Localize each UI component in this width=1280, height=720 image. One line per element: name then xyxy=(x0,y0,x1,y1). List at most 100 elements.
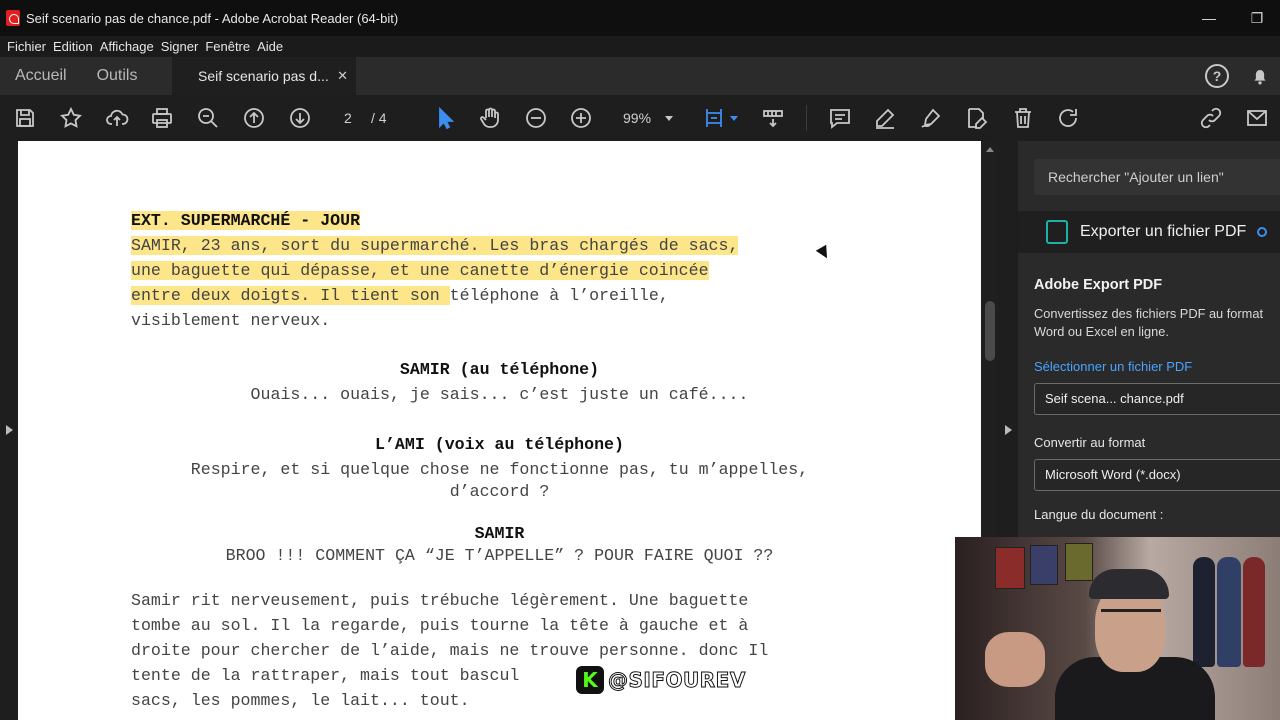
current-page-input[interactable]: 2 xyxy=(344,95,352,141)
zoom-search-icon[interactable] xyxy=(195,105,221,131)
wall-poster xyxy=(995,547,1025,589)
bookmark-star-icon[interactable] xyxy=(58,105,84,131)
upload-cloud-icon[interactable] xyxy=(104,105,130,131)
tools-search-input[interactable]: Rechercher "Ajouter un lien" xyxy=(1034,159,1280,195)
export-pdf-label: Exporter un fichier PDF xyxy=(1080,223,1247,240)
wall-poster xyxy=(1065,543,1093,581)
scene-heading: EXT. SUPERMARCHÉ - JOUR xyxy=(131,208,361,233)
zoom-in-icon[interactable] xyxy=(568,105,594,131)
action-line: Samir rit nerveusement, puis trébuche lé… xyxy=(131,591,749,610)
minimize-button[interactable]: — xyxy=(1186,0,1232,36)
menu-edition[interactable]: Edition xyxy=(53,39,93,54)
scroll-up-arrow-icon[interactable] xyxy=(986,147,994,152)
person-glasses xyxy=(1101,609,1161,623)
scene-heading-text: EXT. SUPERMARCHÉ - JOUR xyxy=(131,211,361,230)
edit-pdf-icon[interactable] xyxy=(964,105,990,131)
document-viewer[interactable]: EXT. SUPERMARCHÉ - JOUR SAMIR, 23 ans, s… xyxy=(18,141,998,720)
hanging-jacket xyxy=(1193,557,1215,667)
highlighted-text: SAMIR, 23 ans, sort du supermarché. Les … xyxy=(131,236,739,255)
action-line-4: visiblement nerveux. xyxy=(131,311,331,330)
dialogue: BROO !!! COMMENT ÇA “JE T’APPELLE” ? POU… xyxy=(225,546,774,565)
action-line: tombe au sol. Il la regarde, puis tourne… xyxy=(131,616,749,635)
section-title: Adobe Export PDF xyxy=(1034,277,1163,293)
format-select[interactable]: Microsoft Word (*.docx) xyxy=(1034,459,1280,491)
tab-document-label: Seif scenario pas d... xyxy=(198,68,329,84)
delete-trash-icon[interactable] xyxy=(1010,105,1036,131)
title-bar: Seif scenario pas de chance.pdf - Adobe … xyxy=(0,0,1280,36)
hanging-jacket xyxy=(1243,557,1265,667)
character-name: L’AMI (voix au téléphone) xyxy=(375,435,624,454)
left-panel-rail xyxy=(0,141,18,720)
menu-signer[interactable]: Signer xyxy=(161,39,199,54)
selected-file-field[interactable]: Seif scena... chance.pdf xyxy=(1034,383,1280,415)
streamer-watermark: K @SIFOUREV xyxy=(576,666,746,694)
highlight-pen-icon[interactable] xyxy=(872,105,898,131)
export-pdf-icon xyxy=(1046,220,1068,244)
email-icon[interactable] xyxy=(1244,105,1270,131)
action-line: sacs, les pommes, le lait... tout. xyxy=(131,691,470,710)
total-pages-label: / 4 xyxy=(371,110,387,126)
rotate-icon[interactable] xyxy=(1055,105,1081,131)
select-pdf-link[interactable]: Sélectionner un fichier PDF xyxy=(1034,359,1192,374)
info-dot-icon xyxy=(1257,227,1267,237)
person-cap xyxy=(1089,569,1169,599)
restore-icon: ❐ xyxy=(1250,9,1264,26)
pdf-page[interactable]: EXT. SUPERMARCHÉ - JOUR SAMIR, 23 ans, s… xyxy=(18,141,981,720)
zoom-level-dropdown[interactable]: 99% xyxy=(623,95,651,141)
notifications-bell-icon[interactable] xyxy=(1249,65,1271,87)
print-icon[interactable] xyxy=(149,105,175,131)
restore-button[interactable]: ❐ xyxy=(1234,0,1280,36)
scroll-mode-icon[interactable] xyxy=(760,105,786,131)
scrollbar-thumb[interactable] xyxy=(985,301,995,361)
menu-bar: Fichier Edition Affichage Signer Fenêtre… xyxy=(0,36,1280,57)
sign-icon[interactable] xyxy=(918,105,944,131)
tab-outils[interactable]: Outils xyxy=(82,57,153,95)
character-name: SAMIR (au téléphone) xyxy=(399,360,600,379)
tab-bar: Accueil Outils Seif scenario pas d... ✕ … xyxy=(0,57,1280,95)
menu-fichier[interactable]: Fichier xyxy=(7,39,46,54)
webcam-overlay xyxy=(955,537,1280,720)
dialogue: Ouais... ouais, je sais... c’est juste u… xyxy=(250,385,749,404)
action-line-1: SAMIR, 23 ans, sort du supermarché. Les … xyxy=(131,233,739,258)
streamer-handle: @SIFOUREV xyxy=(608,668,746,693)
fit-chevron-down-icon[interactable] xyxy=(730,116,738,121)
hand-tool-icon[interactable] xyxy=(477,105,503,131)
menu-aide[interactable]: Aide xyxy=(257,39,283,54)
save-icon[interactable] xyxy=(12,105,38,131)
main-toolbar: 2 / 4 99% xyxy=(0,95,1280,141)
wall-poster xyxy=(1030,545,1058,585)
convert-format-label: Convertir au format xyxy=(1034,435,1146,450)
tab-accueil[interactable]: Accueil xyxy=(0,57,82,95)
action-line: droite pour chercher de l’aide, mais ne … xyxy=(131,641,769,660)
pdf-app-icon xyxy=(6,10,20,26)
export-pdf-header[interactable]: Exporter un fichier PDF xyxy=(1018,211,1280,253)
highlighted-text: une baguette qui dépasse, et une canette… xyxy=(131,261,709,280)
comment-icon[interactable] xyxy=(827,105,853,131)
section-description: Convertissez des fichiers PDF au format … xyxy=(1034,306,1264,339)
share-link-icon[interactable] xyxy=(1198,105,1224,131)
previous-page-icon[interactable] xyxy=(241,105,267,131)
menu-affichage[interactable]: Affichage xyxy=(100,39,154,54)
dialogue: d’accord ? xyxy=(449,482,550,501)
minimize-icon: — xyxy=(1202,10,1216,26)
action-line-3: entre deux doigts. Il tient son téléphon… xyxy=(131,283,669,308)
select-pointer-icon[interactable] xyxy=(432,105,458,131)
collapse-right-panel-icon[interactable] xyxy=(1005,425,1012,435)
kick-logo-letter: K xyxy=(582,668,598,692)
next-page-icon[interactable] xyxy=(287,105,313,131)
kick-logo-icon: K xyxy=(576,666,604,694)
document-language-label: Langue du document : xyxy=(1034,507,1164,522)
help-icon[interactable]: ? xyxy=(1205,64,1229,88)
tab-document[interactable]: Seif scenario pas d... ✕ xyxy=(172,57,356,95)
action-text: téléphone à l’oreille, xyxy=(449,286,669,305)
toolbar-divider xyxy=(806,105,807,131)
window-title: Seif scenario pas de chance.pdf - Adobe … xyxy=(26,10,399,26)
close-tab-icon[interactable]: ✕ xyxy=(337,57,348,95)
menu-fenetre[interactable]: Fenêtre xyxy=(205,39,250,54)
expand-left-panel-icon[interactable] xyxy=(6,425,13,435)
action-line: tente de la rattraper, mais tout bascul xyxy=(131,666,520,685)
fit-page-icon[interactable] xyxy=(701,105,727,131)
zoom-out-icon[interactable] xyxy=(523,105,549,131)
hanging-jacket xyxy=(1217,557,1241,667)
zoom-chevron-down-icon[interactable] xyxy=(665,116,673,121)
